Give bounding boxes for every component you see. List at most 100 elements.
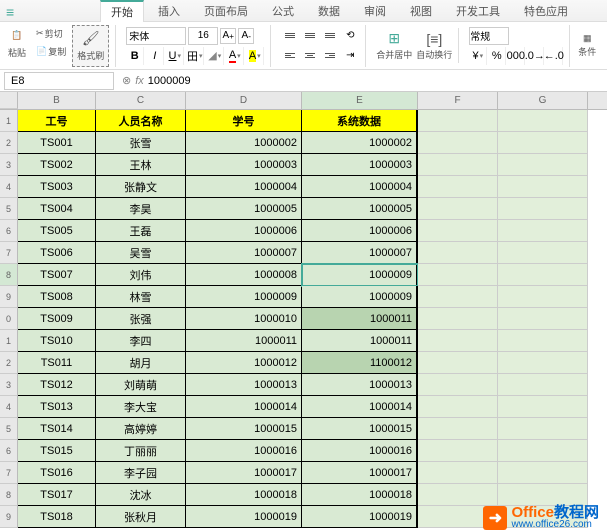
align-center-button[interactable] [301,47,319,65]
fx-icon[interactable]: fx [135,75,144,87]
cell[interactable] [418,286,498,308]
cell[interactable] [498,132,588,154]
cell[interactable]: 1000008 [186,264,302,286]
cell[interactable] [498,330,588,352]
cell[interactable]: 丁丽丽 [96,440,186,462]
cell[interactable]: TS003 [18,176,96,198]
cell[interactable] [418,132,498,154]
row-header[interactable]: 7 [0,462,18,484]
auto-wrap-button[interactable]: [≡] 自动换行 [416,31,452,61]
table-header[interactable]: 人员名称 [96,110,186,132]
cell[interactable] [418,330,498,352]
cell[interactable] [418,352,498,374]
cell[interactable] [498,484,588,506]
cell[interactable]: 1000015 [186,418,302,440]
cell[interactable]: 张强 [96,308,186,330]
cell[interactable]: 李大宝 [96,396,186,418]
cell[interactable]: 林雪 [96,286,186,308]
tab-data[interactable]: 数据 [308,1,350,21]
cell[interactable] [418,220,498,242]
cell[interactable]: 刘伟 [96,264,186,286]
cell[interactable]: 1000011 [186,330,302,352]
row-header[interactable]: 2 [0,132,18,154]
bold-button[interactable]: B [126,47,144,65]
conditional-format-button[interactable]: ▦ 条件 [574,31,600,60]
number-format-select[interactable] [469,27,509,45]
tab-formula[interactable]: 公式 [262,1,304,21]
cell[interactable]: TS016 [18,462,96,484]
indent-button[interactable]: ⇥ [341,47,359,65]
row-header[interactable]: 3 [0,374,18,396]
decrease-font-button[interactable]: A- [238,28,254,44]
formula-input[interactable] [148,75,603,87]
cell[interactable]: 1000011 [302,308,418,330]
cell[interactable]: 李四 [96,330,186,352]
align-top-button[interactable] [281,27,299,45]
cell[interactable]: 1000015 [302,418,418,440]
cell[interactable]: 1000018 [186,484,302,506]
currency-button[interactable]: ¥▾ [469,47,487,65]
italic-button[interactable]: I [146,47,164,65]
cell[interactable]: 1000005 [186,198,302,220]
align-bottom-button[interactable] [321,27,339,45]
cell[interactable]: 刘萌萌 [96,374,186,396]
cell[interactable]: 张雪 [96,132,186,154]
cell[interactable]: 1000018 [302,484,418,506]
cell[interactable]: 1000013 [186,374,302,396]
cell[interactable] [498,198,588,220]
cell[interactable]: 1000007 [302,242,418,264]
table-header[interactable]: 系统数据 [302,110,418,132]
cell[interactable]: TS002 [18,154,96,176]
cell[interactable]: 1000004 [186,176,302,198]
cell[interactable]: TS009 [18,308,96,330]
cell[interactable] [418,176,498,198]
row-header[interactable]: 5 [0,418,18,440]
cell[interactable] [498,264,588,286]
cell[interactable]: 1000012 [186,352,302,374]
cell[interactable] [418,396,498,418]
cell[interactable] [498,242,588,264]
cell[interactable]: TS008 [18,286,96,308]
row-header[interactable]: 6 [0,440,18,462]
dec-decimal-button[interactable]: ←.0 [545,47,563,65]
cell[interactable]: TS007 [18,264,96,286]
cell[interactable]: 1000019 [186,506,302,528]
tab-start[interactable]: 开始 [100,0,144,22]
font-size-select[interactable] [188,27,218,45]
cell[interactable]: TS011 [18,352,96,374]
name-box[interactable]: E8 [4,72,114,90]
col-header-g[interactable]: G [498,92,588,109]
table-header[interactable]: 工号 [18,110,96,132]
cell[interactable]: 1000011 [302,330,418,352]
col-header-b[interactable]: B [18,92,96,109]
cell[interactable]: 1000003 [186,154,302,176]
table-header[interactable]: 学号 [186,110,302,132]
tab-dev[interactable]: 开发工具 [446,1,510,21]
row-header[interactable]: 8 [0,264,18,286]
cell[interactable]: 1000005 [302,198,418,220]
cell[interactable] [418,264,498,286]
cell[interactable] [498,154,588,176]
row-header[interactable]: 6 [0,220,18,242]
cell[interactable]: 胡月 [96,352,186,374]
increase-font-button[interactable]: A+ [220,28,236,44]
col-header-c[interactable]: C [96,92,186,109]
row-header[interactable]: 1 [0,330,18,352]
cell[interactable]: TS006 [18,242,96,264]
cell[interactable]: 1000006 [186,220,302,242]
cell[interactable] [498,374,588,396]
paste-button[interactable]: 📋 粘贴 [4,25,30,67]
row-header[interactable]: 9 [0,506,18,528]
cell[interactable]: 1000007 [186,242,302,264]
cell[interactable]: TS018 [18,506,96,528]
cell[interactable] [498,352,588,374]
col-header-e[interactable]: E [302,92,418,109]
cell[interactable]: 1000009 [302,264,418,286]
border-button[interactable]: 田▾ [186,47,204,65]
cell[interactable] [418,374,498,396]
cell[interactable]: 1000003 [302,154,418,176]
cell[interactable]: 1000019 [302,506,418,528]
cell[interactable]: 1000014 [302,396,418,418]
font-name-select[interactable] [126,27,186,45]
cell[interactable]: 1000016 [186,440,302,462]
